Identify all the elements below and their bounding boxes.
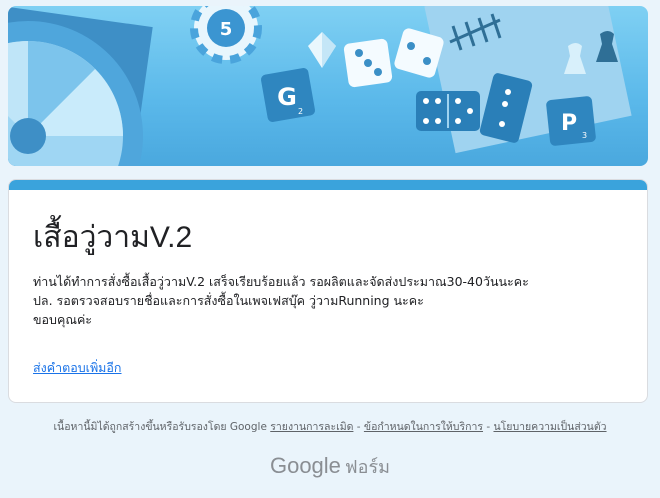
form-title: เสื้อวู่วามV.2 [33, 221, 193, 254]
footer-separator: - [483, 421, 494, 433]
terms-of-service-link[interactable]: ข้อกำหนดในการให้บริการ [364, 421, 483, 433]
pawn-icon [308, 32, 336, 68]
chip-number: 5 [220, 19, 233, 40]
confirmation-card: เสื้อวู่วามV.2 ท่านได้ทำการสั่งซื้อเสื้อ… [8, 179, 648, 403]
footer-separator: - [353, 421, 364, 433]
footer-disclaimer: เนื้อหานี้มิได้ถูกสร้างขึ้นหรือรับรองโดย… [0, 418, 660, 435]
google-wordmark: Google [269, 453, 341, 478]
board-game-illustration: 5 G 2 P 3 [8, 6, 632, 166]
dice-icon [343, 28, 444, 88]
tile-g-score: 2 [298, 107, 303, 116]
letter-tile-g-icon: G 2 [260, 67, 316, 123]
confirmation-message: ท่านได้ทำการสั่งซื้อเสื้อวู่วามV.2 เสร็จ… [33, 272, 633, 329]
google-forms-logo[interactable]: Google ฟอร์ม [0, 452, 660, 481]
tile-g-letter: G [277, 83, 297, 111]
forms-wordmark: ฟอร์ม [344, 457, 391, 478]
header-banner: 5 G 2 P 3 [8, 6, 648, 166]
tile-p-score: 3 [582, 131, 587, 140]
tile-p-letter: P [561, 111, 577, 136]
confirmation-line: ปล. รอตรวจสอบรายชื่อและการสั่งซื้อในเพจเ… [33, 293, 424, 308]
submit-another-response-link[interactable]: ส่งคำตอบเพิ่มอีก [33, 358, 122, 378]
privacy-policy-link[interactable]: นโยบายความเป็นส่วนตัว [493, 421, 606, 433]
spinner-wheel-icon [8, 6, 153, 166]
card-accent-bar [9, 180, 647, 190]
confirmation-line: ขอบคุณค่ะ [33, 312, 93, 327]
score-sheet-icon [424, 6, 632, 154]
report-abuse-link[interactable]: รายงานการละเมิด [270, 421, 353, 433]
disclaimer-text: เนื้อหานี้มิได้ถูกสร้างขึ้นหรือรับรองโดย… [53, 421, 267, 433]
poker-chip-icon: 5 [190, 6, 262, 64]
letter-tile-p-icon: P 3 [546, 96, 596, 146]
confirmation-line: ท่านได้ทำการสั่งซื้อเสื้อวู่วามV.2 เสร็จ… [33, 274, 529, 289]
